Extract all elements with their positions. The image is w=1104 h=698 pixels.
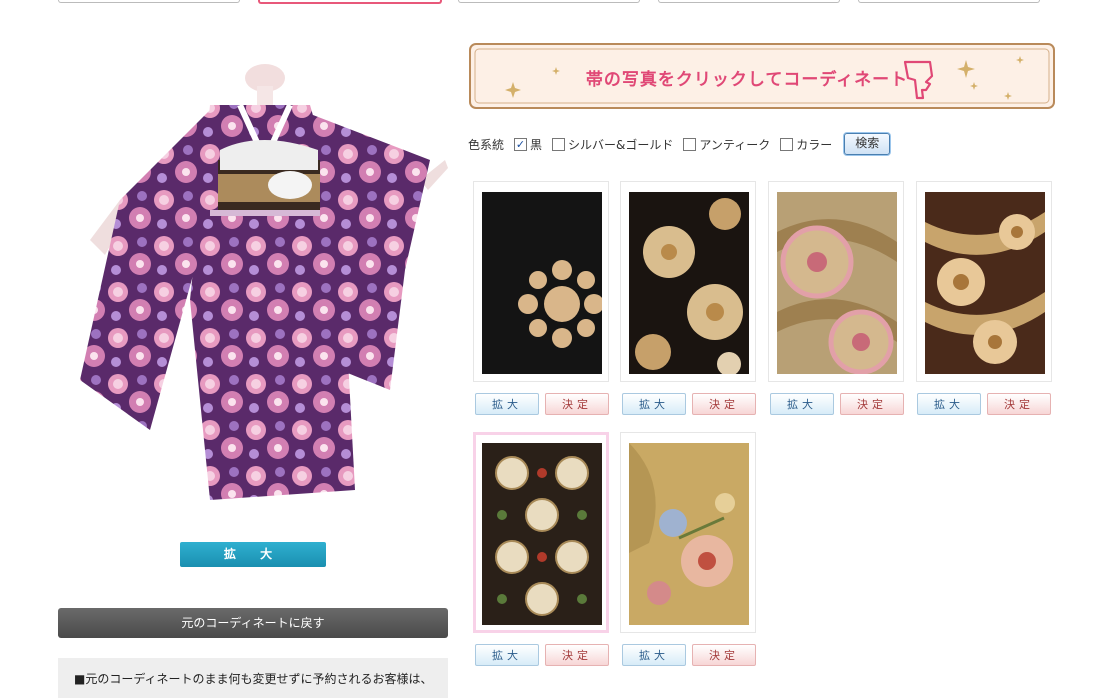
obi-image: [629, 443, 749, 625]
obi-decide-button[interactable]: 決定: [987, 393, 1051, 415]
checkbox-icon: [780, 137, 794, 151]
obi-zoom-button[interactable]: 拡大: [770, 393, 834, 415]
main-zoom-button[interactable]: 拡 大: [180, 542, 326, 567]
checkbox-icon: [683, 137, 697, 151]
search-button[interactable]: 検索: [844, 133, 891, 155]
obi-decide-button[interactable]: 決定: [545, 644, 609, 666]
obi-decide-button[interactable]: 決定: [692, 644, 756, 666]
filter-color-checkbox[interactable]: カラー: [780, 136, 832, 153]
obi-card[interactable]: [620, 432, 756, 633]
obi-zoom-button[interactable]: 拡大: [622, 644, 686, 666]
obi-decide-button[interactable]: 決定: [840, 393, 904, 415]
obi-image: [777, 192, 897, 374]
obi-zoom-button[interactable]: 拡大: [622, 393, 686, 415]
instruction-banner: 帯の写真をクリックしてコーディネート: [468, 42, 1056, 110]
obi-zoom-button[interactable]: 拡大: [475, 644, 539, 666]
filter-option-label: カラー: [796, 137, 833, 152]
filter-antique-checkbox[interactable]: アンティーク: [683, 136, 770, 153]
top-nav: [58, 0, 1058, 6]
obi-card[interactable]: [620, 181, 756, 382]
nav-tab-5[interactable]: [858, 0, 1040, 3]
obi-image: [482, 443, 602, 625]
nav-tab-4[interactable]: [658, 0, 840, 3]
obi-card[interactable]: [768, 181, 904, 382]
nav-tab-2-active[interactable]: [258, 0, 442, 4]
banner-text: 帯の写真をクリックしてコーディネート: [585, 70, 909, 90]
nav-tab-1[interactable]: [58, 0, 240, 3]
checkbox-icon: [552, 137, 566, 151]
notice-box: ■元のコーディネートのまま何も変更せずに予約されるお客様は、: [58, 658, 448, 698]
obi-zoom-button[interactable]: 拡大: [475, 393, 539, 415]
kimono-image: [80, 64, 448, 500]
back-to-original-button[interactable]: 元のコーディネートに戻す: [58, 608, 448, 638]
obi-card[interactable]: [473, 181, 609, 382]
obi-decide-button[interactable]: 決定: [692, 393, 756, 415]
checkbox-checked-icon: ✓: [514, 137, 528, 151]
filter-label: 色系統: [468, 137, 505, 152]
obi-image: [482, 192, 602, 374]
obi-card-selected[interactable]: [473, 432, 609, 633]
obi-image: [925, 192, 1045, 374]
filter-silver-gold-checkbox[interactable]: シルバー&ゴールド: [552, 136, 673, 153]
nav-tab-3[interactable]: [458, 0, 640, 3]
obi-decide-button[interactable]: 決定: [545, 393, 609, 415]
notice-text: ■元のコーディネートのまま何も変更せずに予約されるお客様は、: [74, 672, 433, 686]
obi-image: [629, 192, 749, 374]
obi-card[interactable]: [916, 181, 1052, 382]
filter-option-label: アンティーク: [699, 137, 771, 152]
color-filter-row: 色系統 ✓ 黒 シルバー&ゴールド アンティーク カラー 検索: [468, 132, 891, 156]
filter-option-label: 黒: [530, 137, 543, 152]
filter-black-checkbox[interactable]: ✓ 黒: [514, 136, 542, 153]
obi-zoom-button[interactable]: 拡大: [917, 393, 981, 415]
filter-option-label: シルバー&ゴールド: [568, 137, 674, 152]
